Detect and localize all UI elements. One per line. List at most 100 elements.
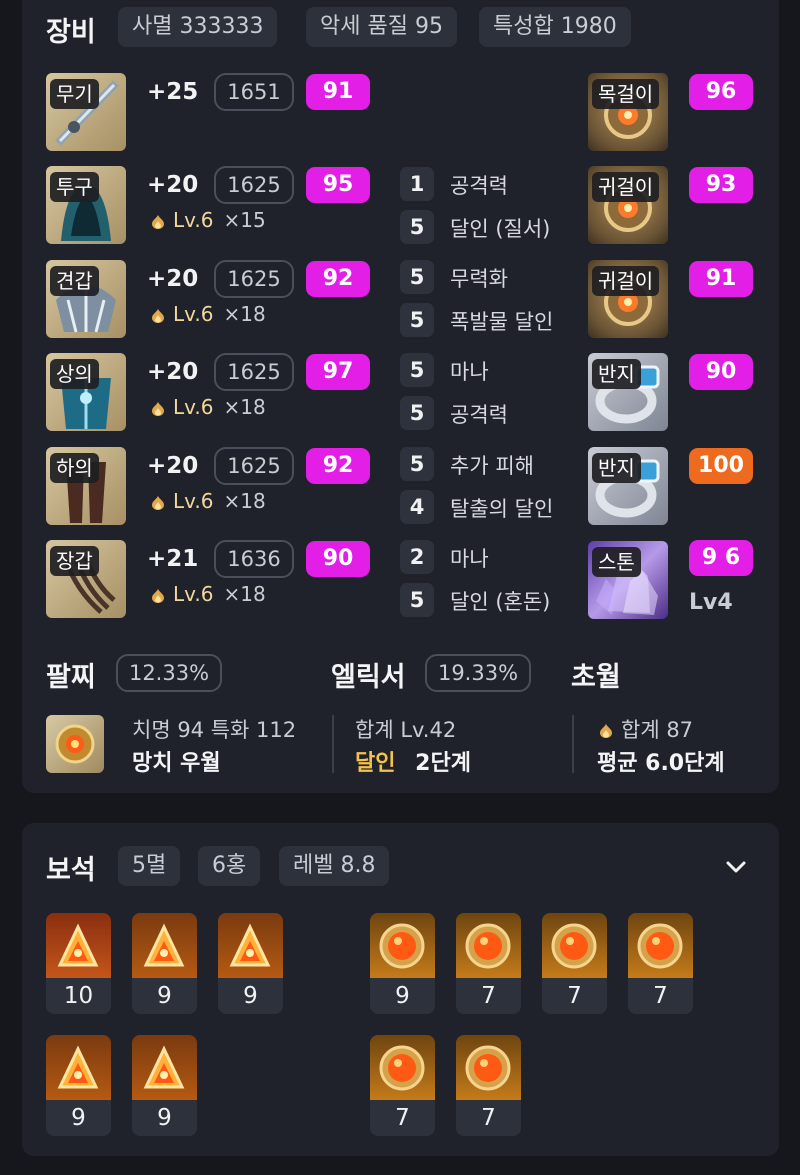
gem-level: 9 — [132, 1100, 197, 1136]
upgrade-level: +25 — [147, 79, 199, 105]
gem-annihilation-chip: 5멸 — [118, 846, 181, 886]
bracelet-icon — [55, 724, 95, 764]
accessory-slot[interactable]: 반지 — [588, 447, 668, 525]
flame-icon — [152, 308, 164, 323]
stone-label: 스톤 — [592, 547, 641, 577]
gear-slot[interactable]: 장갑 — [46, 540, 126, 618]
ruby-gem-icon — [465, 1045, 511, 1091]
gear-slot[interactable]: 투구 — [46, 166, 126, 244]
stone-level: Lv4 — [689, 590, 733, 615]
bracelet-effects: 망치 우월 — [132, 751, 221, 776]
item-level: 1636 — [214, 540, 294, 578]
gear-slot[interactable]: 하의 — [46, 447, 126, 525]
gear-slot[interactable]: 견갑 — [46, 260, 126, 338]
engraving-name[interactable]: 무력화 — [450, 263, 508, 293]
engraving-level: 5 — [400, 353, 434, 387]
item-level: 1625 — [214, 447, 294, 485]
gem-art — [46, 1035, 111, 1100]
transcend-total: 합계 87 — [621, 718, 694, 742]
accessory-label: 반지 — [592, 359, 641, 389]
accessory-quality-badge: 93 — [689, 167, 753, 203]
transcend-title: 초월 — [571, 662, 621, 693]
expand-button[interactable] — [722, 854, 750, 880]
accessory-slot[interactable]: 목걸이 — [588, 73, 668, 151]
gem-level: 10 — [46, 978, 111, 1014]
transcend-count: ×18 — [223, 302, 266, 326]
ruby-gem-icon — [551, 923, 597, 969]
gem-slot[interactable]: 9 — [218, 913, 283, 1014]
upgrade-level: +20 — [147, 359, 199, 385]
fire-gem-icon — [143, 923, 185, 967]
engraving-name[interactable]: 달인 (질서) — [450, 213, 550, 243]
gem-slot[interactable]: 7 — [542, 913, 607, 1014]
accessory-slot[interactable]: 귀걸이 — [588, 166, 668, 244]
bracelet-slot[interactable] — [46, 715, 104, 773]
divider — [332, 715, 334, 773]
gear-slot[interactable]: 무기 — [46, 73, 126, 151]
ruby-gem-icon — [637, 923, 683, 969]
item-level: 1625 — [214, 166, 294, 204]
item-level: 1625 — [214, 353, 294, 391]
bracelet-title: 팔찌 — [46, 662, 96, 693]
ruby-gem-icon — [465, 923, 511, 969]
equipment-title: 장비 — [46, 17, 96, 48]
transcend-row: Lv.6 ×18 — [149, 582, 266, 606]
gem-level: 9 — [132, 978, 197, 1014]
stone-quality-badge: 9 6 — [689, 540, 753, 576]
engraving-name[interactable]: 공격력 — [450, 170, 508, 200]
quality-badge: 90 — [306, 541, 370, 577]
gem-slot[interactable]: 10 — [46, 913, 111, 1014]
engraving-name[interactable]: 추가 피해 — [450, 450, 534, 480]
gem-slot[interactable]: 9 — [370, 913, 435, 1014]
quality-badge: 91 — [306, 74, 370, 110]
gem-slot[interactable]: 9 — [132, 1035, 197, 1136]
quality-badge: 95 — [306, 167, 370, 203]
engraving-name[interactable]: 달인 (혼돈) — [450, 586, 550, 616]
transcend-level: Lv.6 — [173, 208, 214, 232]
item-level: 1625 — [214, 260, 294, 298]
upgrade-level: +21 — [147, 546, 199, 572]
accessory-quality-badge: 100 — [689, 448, 753, 484]
engraving-level: 1 — [400, 167, 434, 201]
quality-badge: 97 — [306, 354, 370, 390]
accessory-slot[interactable]: 반지 — [588, 353, 668, 431]
gem-art — [46, 913, 111, 978]
gem-slot[interactable]: 7 — [370, 1035, 435, 1136]
transcend-level: Lv.6 — [173, 489, 214, 513]
engraving-level: 5 — [400, 447, 434, 481]
gear-slot-label: 견갑 — [50, 266, 99, 296]
gem-slot[interactable]: 9 — [132, 913, 197, 1014]
upgrade-level: +20 — [147, 266, 199, 292]
transcend-count: ×18 — [223, 582, 266, 606]
ability-stone-slot[interactable]: 스톤 — [588, 541, 668, 619]
gem-slot[interactable]: 9 — [46, 1035, 111, 1136]
engraving-name[interactable]: 폭발물 달인 — [450, 306, 553, 336]
chevron-down-icon — [726, 861, 746, 873]
gem-slot[interactable]: 7 — [628, 913, 693, 1014]
gem-art — [456, 1035, 521, 1100]
transcend-count: ×18 — [223, 489, 266, 513]
engraving-name[interactable]: 탈출의 달인 — [450, 493, 553, 523]
elixir-set: 달인 2단계 — [355, 745, 471, 777]
ruby-gem-icon — [379, 923, 425, 969]
fire-gem-icon — [57, 923, 99, 967]
divider — [572, 715, 574, 773]
accessory-slot[interactable]: 귀걸이 — [588, 260, 668, 338]
gem-slot[interactable]: 7 — [456, 1035, 521, 1136]
transcend-total-row: 합계 87 — [597, 714, 693, 744]
flame-icon — [152, 401, 164, 416]
gear-slot-label: 무기 — [50, 79, 99, 109]
gem-art — [370, 1035, 435, 1100]
engraving-name[interactable]: 공격력 — [450, 399, 508, 429]
engraving-level: 5 — [400, 260, 434, 294]
gear-slot-label: 하의 — [50, 453, 99, 483]
engraving-name[interactable]: 마나 — [450, 543, 489, 573]
accessory-quality-badge: 90 — [689, 354, 753, 390]
quality-badge: 92 — [306, 261, 370, 297]
gem-slot[interactable]: 7 — [456, 913, 521, 1014]
gems-title: 보석 — [46, 855, 96, 886]
gear-slot-label: 투구 — [50, 172, 99, 202]
accessory-label: 목걸이 — [592, 79, 660, 109]
gear-slot[interactable]: 상의 — [46, 353, 126, 431]
engraving-name[interactable]: 마나 — [450, 356, 489, 386]
